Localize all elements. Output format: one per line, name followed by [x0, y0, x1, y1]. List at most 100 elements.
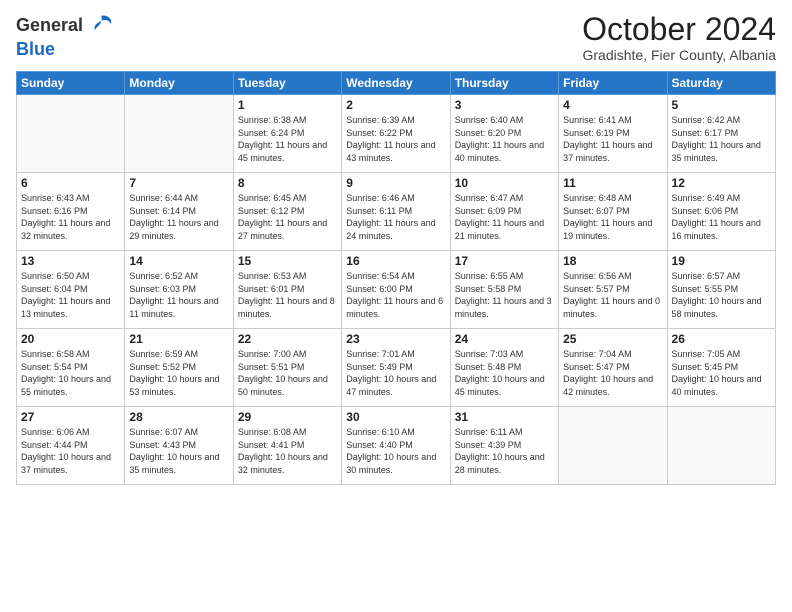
day-number: 24 [455, 332, 554, 346]
day-number: 25 [563, 332, 662, 346]
day-info: Sunrise: 6:54 AMSunset: 6:00 PMDaylight:… [346, 270, 445, 320]
col-sunday: Sunday [17, 72, 125, 95]
calendar-cell [17, 95, 125, 173]
calendar-week-row: 27 Sunrise: 6:06 AMSunset: 4:44 PMDayligh… [17, 407, 776, 485]
day-info: Sunrise: 6:06 AMSunset: 4:44 PMDaylight:… [21, 426, 120, 476]
calendar-cell: 31 Sunrise: 6:11 AMSunset: 4:39 PMDayligh… [450, 407, 558, 485]
day-info: Sunrise: 6:53 AMSunset: 6:01 PMDaylight:… [238, 270, 337, 320]
day-info: Sunrise: 6:57 AMSunset: 5:55 PMDaylight:… [672, 270, 771, 320]
col-thursday: Thursday [450, 72, 558, 95]
calendar-cell: 21 Sunrise: 6:59 AMSunset: 5:52 PMDayligh… [125, 329, 233, 407]
day-number: 31 [455, 410, 554, 424]
day-number: 18 [563, 254, 662, 268]
day-number: 7 [129, 176, 228, 190]
calendar-cell: 1 Sunrise: 6:38 AMSunset: 6:24 PMDaylight… [233, 95, 341, 173]
calendar-cell: 19 Sunrise: 6:57 AMSunset: 5:55 PMDayligh… [667, 251, 775, 329]
day-number: 26 [672, 332, 771, 346]
calendar-week-row: 6 Sunrise: 6:43 AMSunset: 6:16 PMDaylight… [17, 173, 776, 251]
logo-bird-icon [87, 12, 115, 40]
day-info: Sunrise: 6:39 AMSunset: 6:22 PMDaylight:… [346, 114, 445, 164]
day-number: 2 [346, 98, 445, 112]
day-number: 3 [455, 98, 554, 112]
calendar-cell: 25 Sunrise: 7:04 AMSunset: 5:47 PMDayligh… [559, 329, 667, 407]
calendar-cell: 4Sunrise: 6:41 AMSunset: 6:19 PMDaylight… [559, 95, 667, 173]
day-number: 14 [129, 254, 228, 268]
calendar-cell: 11 Sunrise: 6:48 AMSunset: 6:07 PMDayligh… [559, 173, 667, 251]
day-info: Sunrise: 6:59 AMSunset: 5:52 PMDaylight:… [129, 348, 228, 398]
col-wednesday: Wednesday [342, 72, 450, 95]
day-info: Sunrise: 6:42 AMSunset: 6:17 PMDaylight:… [672, 114, 771, 164]
calendar-cell: 8Sunrise: 6:45 AMSunset: 6:12 PMDaylight… [233, 173, 341, 251]
day-number: 6 [21, 176, 120, 190]
calendar-cell: 12Sunrise: 6:49 AMSunset: 6:06 PMDayligh… [667, 173, 775, 251]
day-number: 30 [346, 410, 445, 424]
day-number: 23 [346, 332, 445, 346]
calendar-cell: 30 Sunrise: 6:10 AMSunset: 4:40 PMDayligh… [342, 407, 450, 485]
calendar-week-row: 1 Sunrise: 6:38 AMSunset: 6:24 PMDaylight… [17, 95, 776, 173]
day-number: 19 [672, 254, 771, 268]
calendar-cell: 23 Sunrise: 7:01 AMSunset: 5:49 PMDayligh… [342, 329, 450, 407]
month-title: October 2024 [582, 12, 776, 47]
calendar-cell: 6 Sunrise: 6:43 AMSunset: 6:16 PMDaylight… [17, 173, 125, 251]
day-number: 11 [563, 176, 662, 190]
location-subtitle: Gradishte, Fier County, Albania [582, 47, 776, 63]
calendar-cell: 27 Sunrise: 6:06 AMSunset: 4:44 PMDayligh… [17, 407, 125, 485]
calendar-cell: 24 Sunrise: 7:03 AMSunset: 5:48 PMDayligh… [450, 329, 558, 407]
col-tuesday: Tuesday [233, 72, 341, 95]
header: General Blue October 2024 Gradishte, Fie… [16, 12, 776, 63]
day-info: Sunrise: 7:01 AMSunset: 5:49 PMDaylight:… [346, 348, 445, 398]
day-number: 29 [238, 410, 337, 424]
day-info: Sunrise: 6:43 AMSunset: 6:16 PMDaylight:… [21, 192, 120, 242]
day-number: 13 [21, 254, 120, 268]
col-saturday: Saturday [667, 72, 775, 95]
day-info: Sunrise: 6:56 AMSunset: 5:57 PMDaylight:… [563, 270, 662, 320]
day-info: Sunrise: 7:00 AMSunset: 5:51 PMDaylight:… [238, 348, 337, 398]
day-number: 15 [238, 254, 337, 268]
calendar-cell [125, 95, 233, 173]
day-number: 10 [455, 176, 554, 190]
logo-blue-text: Blue [16, 40, 115, 60]
day-number: 9 [346, 176, 445, 190]
calendar-cell: 7Sunrise: 6:44 AMSunset: 6:14 PMDaylight… [125, 173, 233, 251]
day-info: Sunrise: 7:04 AMSunset: 5:47 PMDaylight:… [563, 348, 662, 398]
calendar-cell: 5 Sunrise: 6:42 AMSunset: 6:17 PMDaylight… [667, 95, 775, 173]
calendar-cell: 17Sunrise: 6:55 AMSunset: 5:58 PMDayligh… [450, 251, 558, 329]
day-info: Sunrise: 6:45 AMSunset: 6:12 PMDaylight:… [238, 192, 337, 242]
day-number: 1 [238, 98, 337, 112]
calendar-cell: 18 Sunrise: 6:56 AMSunset: 5:57 PMDayligh… [559, 251, 667, 329]
day-number: 17 [455, 254, 554, 268]
day-number: 16 [346, 254, 445, 268]
day-number: 27 [21, 410, 120, 424]
day-info: Sunrise: 7:03 AMSunset: 5:48 PMDaylight:… [455, 348, 554, 398]
col-monday: Monday [125, 72, 233, 95]
logo: General Blue [16, 12, 115, 60]
calendar-cell: 10 Sunrise: 6:47 AMSunset: 6:09 PMDayligh… [450, 173, 558, 251]
day-info: Sunrise: 6:11 AMSunset: 4:39 PMDaylight:… [455, 426, 554, 476]
day-info: Sunrise: 6:48 AMSunset: 6:07 PMDaylight:… [563, 192, 662, 242]
calendar-cell: 13 Sunrise: 6:50 AMSunset: 6:04 PMDayligh… [17, 251, 125, 329]
calendar-cell [667, 407, 775, 485]
day-info: Sunrise: 6:10 AMSunset: 4:40 PMDaylight:… [346, 426, 445, 476]
col-friday: Friday [559, 72, 667, 95]
calendar-week-row: 20 Sunrise: 6:58 AMSunset: 5:54 PMDayligh… [17, 329, 776, 407]
page: General Blue October 2024 Gradishte, Fie… [0, 0, 792, 612]
calendar-cell: 14 Sunrise: 6:52 AMSunset: 6:03 PMDayligh… [125, 251, 233, 329]
day-info: Sunrise: 6:58 AMSunset: 5:54 PMDaylight:… [21, 348, 120, 398]
calendar-cell: 29 Sunrise: 6:08 AMSunset: 4:41 PMDayligh… [233, 407, 341, 485]
day-info: Sunrise: 6:47 AMSunset: 6:09 PMDaylight:… [455, 192, 554, 242]
calendar-cell: 26 Sunrise: 7:05 AMSunset: 5:45 PMDayligh… [667, 329, 775, 407]
day-number: 22 [238, 332, 337, 346]
day-info: Sunrise: 7:05 AMSunset: 5:45 PMDaylight:… [672, 348, 771, 398]
day-info: Sunrise: 6:52 AMSunset: 6:03 PMDaylight:… [129, 270, 228, 320]
day-number: 5 [672, 98, 771, 112]
calendar-cell: 22 Sunrise: 7:00 AMSunset: 5:51 PMDayligh… [233, 329, 341, 407]
day-number: 20 [21, 332, 120, 346]
day-info: Sunrise: 6:50 AMSunset: 6:04 PMDaylight:… [21, 270, 120, 320]
day-info: Sunrise: 6:38 AMSunset: 6:24 PMDaylight:… [238, 114, 337, 164]
day-number: 21 [129, 332, 228, 346]
day-info: Sunrise: 6:46 AMSunset: 6:11 PMDaylight:… [346, 192, 445, 242]
day-info: Sunrise: 6:08 AMSunset: 4:41 PMDaylight:… [238, 426, 337, 476]
day-number: 12 [672, 176, 771, 190]
calendar-cell: 20 Sunrise: 6:58 AMSunset: 5:54 PMDayligh… [17, 329, 125, 407]
calendar-cell: 2 Sunrise: 6:39 AMSunset: 6:22 PMDaylight… [342, 95, 450, 173]
